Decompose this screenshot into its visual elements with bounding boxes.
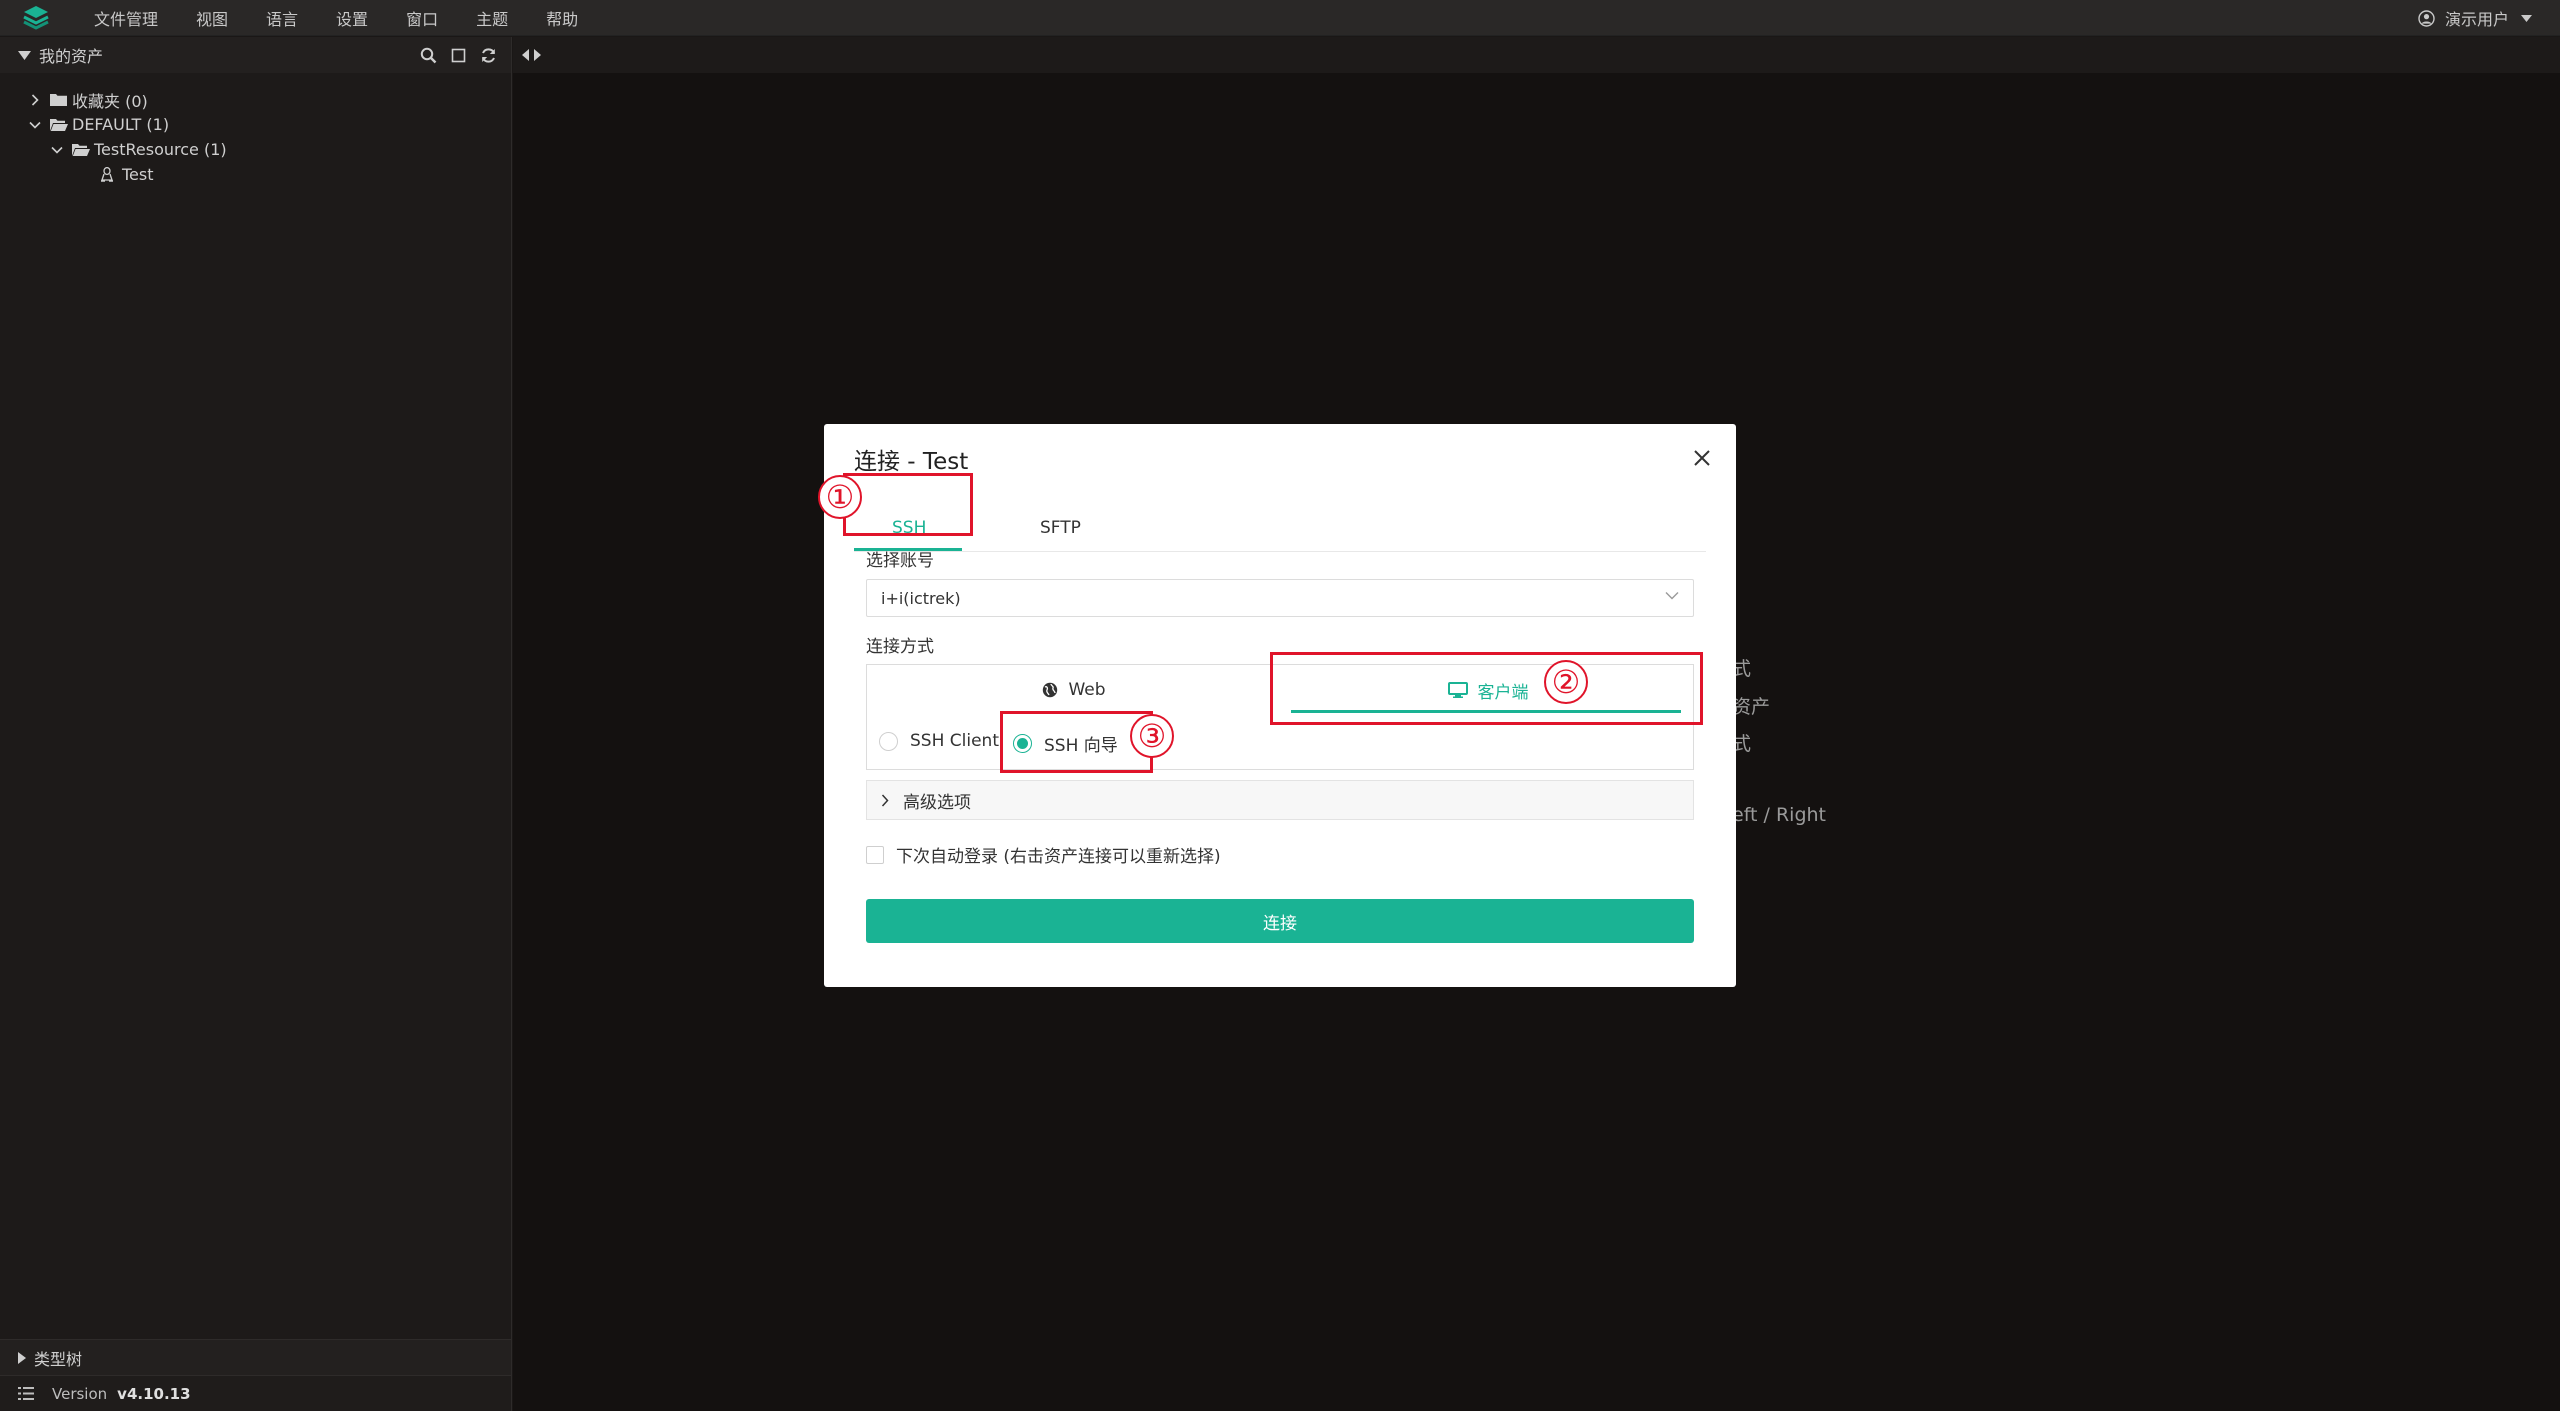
globe-icon: [1042, 682, 1058, 698]
folder-icon: [50, 93, 68, 107]
advanced-options-collapse[interactable]: 高级选项: [866, 780, 1694, 820]
list-icon[interactable]: [18, 1387, 34, 1400]
chevron-down-icon[interactable]: [50, 143, 64, 157]
radio-label: SSH Client: [910, 731, 999, 751]
linux-icon: [100, 166, 118, 182]
dialog-title: 连接 - Test: [854, 449, 969, 475]
tree-label: Test: [122, 165, 154, 184]
menu-file[interactable]: 文件管理: [94, 6, 158, 30]
checkbox-box[interactable]: [866, 845, 884, 864]
annotation-number-3: ③: [1130, 714, 1174, 758]
version-value: v4.10.13: [117, 1384, 191, 1403]
folder-open-icon: [72, 143, 90, 157]
caret-down-icon: [18, 50, 31, 60]
menu-bar: 文件管理 视图 语言 设置 窗口 主题 帮助 演示用户: [0, 0, 2560, 36]
background-hint-text: eft / Right: [1732, 804, 1827, 826]
close-icon[interactable]: [1690, 446, 1714, 470]
advanced-options-label: 高级选项: [903, 792, 971, 813]
type-tree-title: 类型树: [34, 1349, 83, 1369]
connect-button[interactable]: 连接: [866, 899, 1694, 943]
auto-login-checkbox[interactable]: 下次自动登录 (右击资产连接可以重新选择): [866, 842, 1221, 867]
radio-ssh-client[interactable]: SSH Client: [879, 731, 999, 751]
tab-sftp[interactable]: SFTP: [1040, 518, 1081, 538]
tree-label: 收藏夹 (0): [72, 91, 148, 111]
square-icon[interactable]: [451, 48, 466, 63]
tree-item-testresource[interactable]: TestResource (1): [0, 137, 511, 162]
annotation-number-2: ②: [1544, 660, 1588, 704]
tree-item-test[interactable]: Test: [0, 162, 511, 187]
refresh-icon[interactable]: [480, 47, 497, 64]
account-select[interactable]: i+i(ictrek): [866, 579, 1694, 617]
folder-open-icon: [50, 118, 68, 132]
type-tree-header[interactable]: 类型树: [0, 1339, 511, 1375]
menu-language[interactable]: 语言: [266, 6, 298, 30]
menu-window[interactable]: 窗口: [406, 6, 438, 30]
protocol-tabs: SSH SFTP: [854, 496, 1706, 552]
menu-view[interactable]: 视图: [196, 6, 228, 30]
radio-circle[interactable]: [879, 731, 898, 751]
account-value: i+i(ictrek): [881, 588, 961, 608]
app-logo-icon: [18, 0, 54, 36]
user-menu[interactable]: 演示用户: [2418, 0, 2532, 36]
collapse-toggle-icon[interactable]: [521, 48, 543, 62]
menu-settings[interactable]: 设置: [336, 6, 368, 30]
version-bar: Version v4.10.13: [0, 1375, 511, 1411]
asset-sidebar: 我的资产 收藏夹 (0) DEFAULT (1) TestResource (1…: [0, 37, 512, 1411]
main-tab-bar: [513, 37, 2560, 73]
method-label: 连接方式: [866, 637, 934, 657]
annotation-number-1: ①: [818, 475, 862, 519]
background-hint-text: 资产: [1732, 696, 1771, 718]
annotation-box-1: [843, 473, 973, 536]
user-name: 演示用户: [2444, 10, 2509, 29]
account-label: 选择账号: [866, 551, 934, 571]
asset-tree: 收藏夹 (0) DEFAULT (1) TestResource (1) Tes…: [0, 73, 511, 187]
method-tab-web[interactable]: Web: [867, 665, 1281, 715]
menu-help[interactable]: 帮助: [546, 6, 578, 30]
version-label: Version: [52, 1384, 108, 1403]
caret-down-icon: [2521, 14, 2532, 22]
tree-label: TestResource (1): [94, 140, 227, 159]
caret-right-icon: [18, 1351, 26, 1364]
tree-label: DEFAULT (1): [72, 115, 170, 134]
auto-login-label: 下次自动登录 (右击资产连接可以重新选择): [896, 847, 1221, 867]
user-circle-icon: [2418, 9, 2435, 27]
tree-item-default[interactable]: DEFAULT (1): [0, 112, 511, 137]
method-tab-label: Web: [1068, 680, 1106, 700]
annotation-box-2: [1270, 652, 1703, 725]
connect-dialog: 连接 - Test SSH SFTP 选择账号 i+i(ictrek) 连接方式…: [818, 424, 1736, 987]
menu-theme[interactable]: 主题: [476, 6, 508, 30]
my-assets-header[interactable]: 我的资产: [0, 37, 511, 73]
chevron-down-icon: [1665, 591, 1679, 600]
search-icon[interactable]: [420, 47, 437, 64]
tree-item-favorites[interactable]: 收藏夹 (0): [0, 87, 511, 112]
chevron-right-icon: [881, 793, 889, 807]
chevron-down-icon[interactable]: [28, 118, 42, 132]
chevron-right-icon[interactable]: [28, 93, 42, 107]
my-assets-title: 我的资产: [39, 47, 104, 66]
